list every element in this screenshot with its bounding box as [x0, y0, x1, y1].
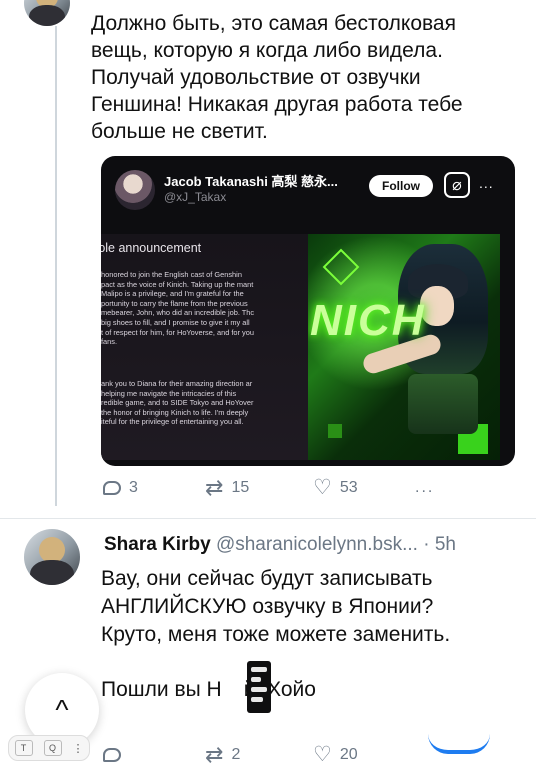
reply-repost-button[interactable]: ⇄ 2 [205, 742, 241, 767]
repost-icon: ⇄ [205, 742, 224, 767]
reply-author-handle[interactable]: @sharanicolelynn.bsk... [216, 534, 418, 555]
divider [0, 518, 536, 519]
announcement-image[interactable]: ɔle announcement honored to join the Eng… [101, 234, 308, 460]
announcement-paragraph-1: honored to join the English cast of Gens… [101, 270, 255, 347]
reply-repost-count: 2 [231, 746, 241, 763]
announcement-paragraph-2: ank you to Diana for their amazing direc… [101, 379, 254, 427]
announcement-title: ɔle announcement [101, 241, 202, 255]
text-select-icon[interactable]: T [14, 740, 33, 756]
inline-sticker-image [247, 661, 271, 713]
heart-icon: ♡ [313, 743, 332, 766]
search-icon[interactable]: Q [43, 740, 62, 756]
repost-count: 15 [231, 479, 250, 496]
reply-last-line: Пошли вы Нй, Хойо [101, 678, 316, 701]
like-button[interactable]: ♡ 53 [313, 476, 358, 499]
embed-author-avatar[interactable] [115, 170, 155, 210]
reply-time: · 5h [423, 534, 456, 555]
compose-button-edge[interactable] [428, 734, 490, 754]
character-art-title: NICH [310, 296, 426, 345]
reply-icon [103, 481, 121, 495]
post-text: Должно быть, это самая бестолковая вещь,… [91, 12, 463, 143]
chevron-up-icon: ^ [55, 694, 69, 725]
thread-line [55, 26, 57, 506]
reply-like-count: 20 [339, 746, 358, 763]
reply-text: Вау, они сейчас будут записывать АНГЛИЙС… [101, 567, 451, 646]
repost-button[interactable]: ⇄ 15 [205, 475, 250, 500]
embed-author-handle[interactable]: @xJ_Takax [164, 190, 226, 204]
character-art-image[interactable]: NICH [308, 234, 500, 460]
like-count: 53 [339, 479, 358, 496]
embed-more-icon[interactable]: ... [479, 175, 494, 191]
reply-author-name[interactable]: Shara Kirby [104, 534, 211, 555]
grok-icon[interactable]: ⌀ [444, 172, 470, 198]
reply-author-line: Shara Kirby @sharanicolelynn.bsk... · 5h [104, 534, 456, 556]
more-vertical-icon[interactable]: ⋮ [73, 742, 84, 755]
reply-count: 3 [129, 479, 138, 496]
reply-author-avatar[interactable] [24, 529, 80, 585]
embed-author-name[interactable]: Jacob Takanashi 高梨 慈永... [164, 171, 338, 190]
embedded-post[interactable]: Jacob Takanashi 高梨 慈永... @xJ_Takax Follo… [101, 156, 515, 466]
reply-like-button[interactable]: ♡ 20 [313, 743, 358, 766]
reply-reply-button[interactable] [103, 748, 121, 762]
post-more-icon[interactable]: ... [415, 479, 434, 497]
repost-icon: ⇄ [205, 475, 224, 500]
heart-icon: ♡ [313, 476, 332, 499]
follow-button[interactable]: Follow [369, 175, 433, 197]
post-author-avatar[interactable] [24, 0, 70, 26]
reply-button[interactable]: 3 [103, 479, 138, 497]
reply-icon [103, 748, 121, 762]
screenshot-toolbar[interactable]: T Q ⋮ [8, 735, 90, 761]
